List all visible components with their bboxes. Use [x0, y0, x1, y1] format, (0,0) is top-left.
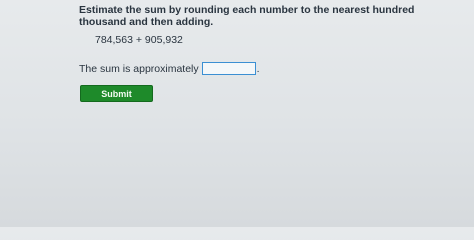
answer-label: The sum is approximately: [79, 62, 199, 75]
answer-input[interactable]: [201, 62, 256, 75]
answer-suffix: .: [256, 62, 260, 75]
answer-row: The sum is approximately .: [79, 62, 260, 75]
submit-button[interactable]: Submit: [80, 85, 153, 102]
question-prompt: Estimate the sum by rounding each number…: [79, 4, 415, 28]
math-expression: 784,563 + 905,932: [95, 34, 183, 46]
